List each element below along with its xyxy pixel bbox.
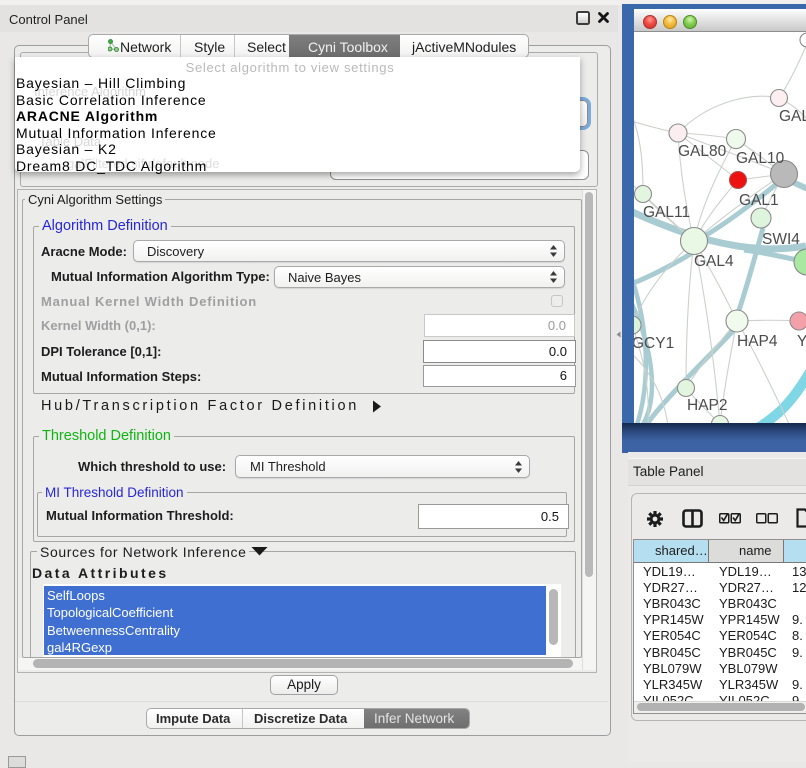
svg-text:GCY1: GCY1 <box>634 335 674 352</box>
svg-text:GAL10: GAL10 <box>736 150 785 167</box>
svg-text:GAL80: GAL80 <box>678 143 727 160</box>
svg-text:HAP2: HAP2 <box>687 397 728 414</box>
svg-text:Y: Y <box>797 333 806 350</box>
svg-text:GAL7: GAL7 <box>779 108 806 125</box>
svg-text:HAP4: HAP4 <box>737 333 778 350</box>
svg-text:GAL4: GAL4 <box>694 253 734 270</box>
svg-text:GAL1: GAL1 <box>739 192 779 209</box>
svg-text:SWI4: SWI4 <box>762 231 800 248</box>
svg-text:GAL11: GAL11 <box>643 204 690 221</box>
